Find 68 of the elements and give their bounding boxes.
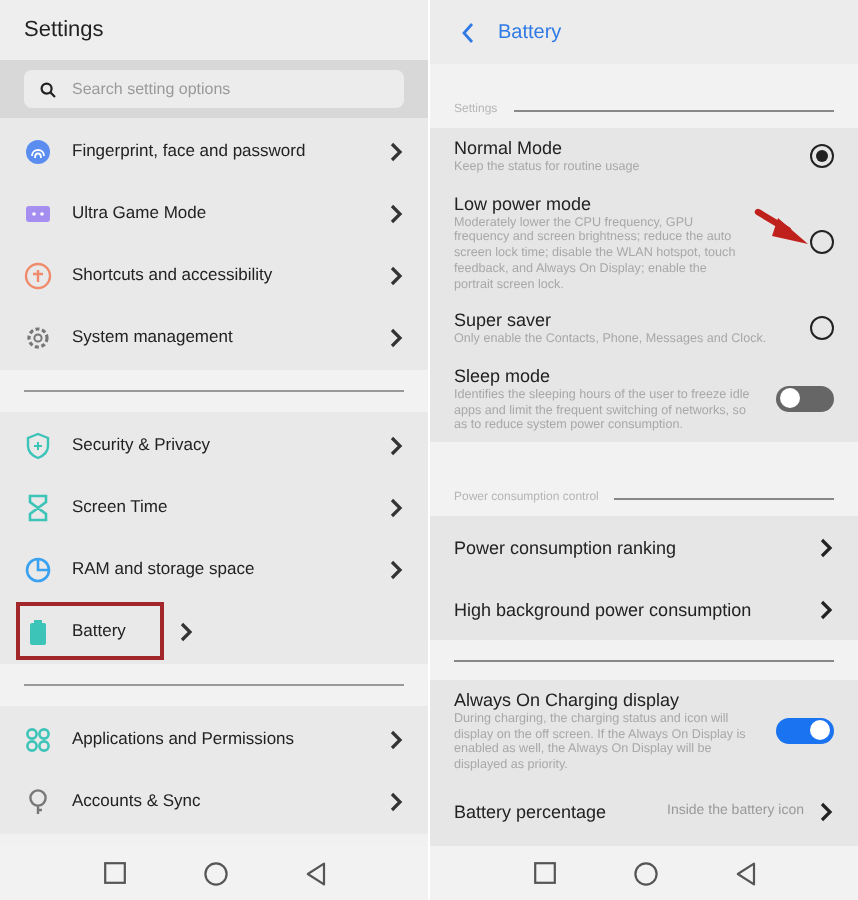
row-title: High background power consumption	[454, 597, 752, 622]
chevron-right-icon	[390, 435, 404, 455]
chevron-right-icon	[820, 599, 834, 620]
row-title: Power consumption ranking	[454, 535, 677, 560]
radio-button[interactable]	[810, 143, 834, 168]
setting-row[interactable]: High background power consumption	[430, 578, 858, 641]
row-title: Sleep mode	[454, 363, 551, 388]
item-label: Ultra Game Mode	[72, 200, 207, 226]
chevron-right-icon	[820, 537, 834, 558]
back-icon[interactable]	[735, 861, 755, 885]
item-label: Applications and Permissions	[72, 726, 295, 752]
item-label: Screen Time	[72, 494, 168, 520]
square-icon[interactable]	[533, 862, 555, 884]
shield-icon	[24, 431, 52, 459]
settings-item[interactable]: Shortcuts and accessibility	[0, 244, 428, 306]
pie-chart-icon	[24, 555, 52, 583]
item-label: Shortcuts and accessibility	[72, 262, 273, 288]
settings-item[interactable]: Fingerprint, face and password	[0, 120, 428, 182]
apps-icon	[24, 725, 52, 753]
chevron-right-icon	[390, 327, 404, 347]
settings-item[interactable]: Battery	[0, 600, 428, 662]
back-icon[interactable]	[305, 861, 325, 885]
row-title: Normal Mode	[454, 136, 563, 160]
item-label: RAM and storage space	[72, 556, 255, 582]
hourglass-icon	[24, 493, 52, 521]
square-icon[interactable]	[103, 862, 125, 884]
row-title: Super saver	[454, 308, 552, 333]
chevron-right-icon	[390, 265, 404, 285]
key-icon	[24, 787, 52, 815]
gear-icon	[24, 323, 52, 351]
screen-title: Settings	[24, 15, 104, 46]
chevron-right-icon	[390, 791, 404, 811]
row-title: Low power mode	[454, 191, 592, 216]
back-chevron-icon[interactable]	[462, 21, 474, 43]
row-title: Battery percentage	[454, 800, 607, 825]
home-icon[interactable]	[633, 861, 657, 885]
fingerprint-icon	[24, 137, 52, 165]
settings-item[interactable]: Ultra Game Mode	[0, 182, 428, 244]
chevron-right-icon	[390, 203, 404, 223]
chevron-right-icon	[390, 559, 404, 579]
item-label: Fingerprint, face and password	[72, 138, 306, 164]
search-field[interactable]: Search setting options	[24, 70, 404, 108]
settings-item[interactable]: Accounts & Sync	[0, 770, 428, 832]
accessibility-icon	[24, 261, 52, 289]
settings-item[interactable]: System management	[0, 306, 428, 368]
chevron-right-icon	[180, 621, 194, 641]
battery-icon	[24, 617, 52, 645]
toggle-switch[interactable]	[776, 717, 834, 744]
settings-item[interactable]: Screen Time	[0, 476, 428, 538]
setting-row[interactable]: Power consumption ranking	[430, 516, 858, 579]
settings-item[interactable]: Security & Privacy	[0, 414, 428, 476]
settings-item[interactable]: Applications and Permissions	[0, 708, 428, 770]
chevron-right-icon	[390, 729, 404, 749]
home-icon[interactable]	[203, 861, 227, 885]
search-icon	[40, 81, 56, 97]
settings-item[interactable]: RAM and storage space	[0, 538, 428, 600]
chevron-right-icon	[390, 497, 404, 517]
item-label: Battery	[72, 618, 126, 644]
screen-title: Battery	[498, 19, 562, 47]
item-label: Accounts & Sync	[72, 788, 201, 814]
radio-button[interactable]	[810, 316, 834, 341]
row-title: Always On Charging display	[454, 688, 680, 713]
toggle-switch[interactable]	[776, 385, 834, 412]
chevron-right-icon	[390, 141, 404, 161]
item-label: System management	[72, 324, 233, 350]
radio-button[interactable]	[810, 229, 834, 254]
item-label: Security & Privacy	[72, 432, 210, 458]
chevron-right-icon	[820, 802, 834, 823]
